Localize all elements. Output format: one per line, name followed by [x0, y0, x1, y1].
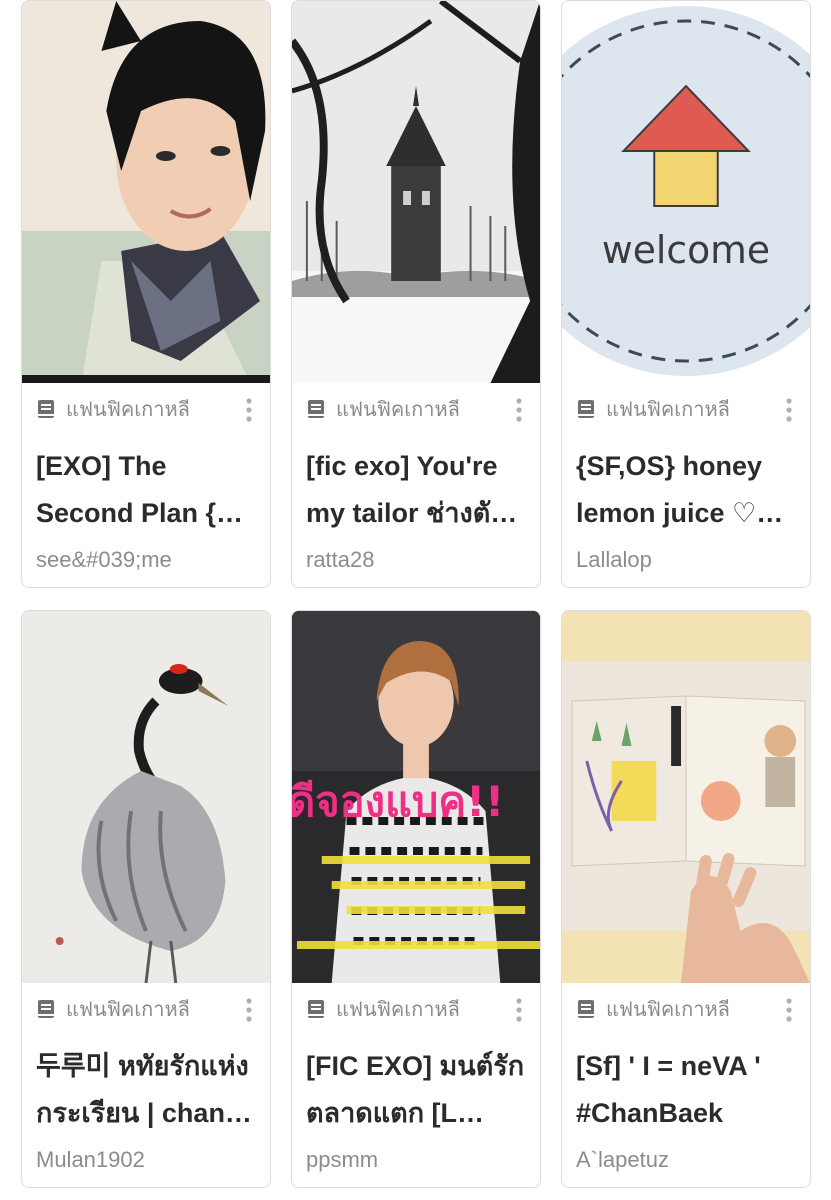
- story-category: แฟนฟิคเกาหลี: [66, 399, 190, 421]
- story-info: แฟนฟิคเกาหลี 두루미 หทัยรักแห่งกระเรียน | c…: [22, 983, 270, 1187]
- story-title[interactable]: {SF,OS} honey lemon juice ♡…: [576, 443, 796, 537]
- story-title[interactable]: [EXO] The Second Plan {…: [36, 443, 256, 537]
- more-vertical-icon[interactable]: [246, 398, 252, 422]
- book-icon: [38, 400, 54, 418]
- category-row: แฟนฟิคเกาหลี: [36, 397, 256, 421]
- more-vertical-icon[interactable]: [246, 998, 252, 1022]
- story-category: แฟนฟิคเกาหลี: [606, 999, 730, 1021]
- story-card[interactable]: แฟนฟิคเกาหลี [fic exo] You're my tailor …: [291, 0, 541, 588]
- more-vertical-icon[interactable]: [516, 398, 522, 422]
- more-vertical-icon[interactable]: [516, 998, 522, 1022]
- cover-welcome-text: welcome: [602, 228, 770, 272]
- story-author[interactable]: see&#039;me: [36, 547, 256, 573]
- book-icon: [578, 1000, 594, 1018]
- story-title[interactable]: [Sf] ' I = neVA ' #ChanBaek: [576, 1043, 796, 1137]
- story-cover-image[interactable]: welcome: [562, 1, 810, 383]
- story-info: แฟนฟิคเกาหลี [FIC EXO] มนต์รักตลาดแตก [L…: [292, 983, 540, 1187]
- story-grid: แฟนฟิคเกาหลี [EXO] The Second Plan {… se…: [21, 0, 811, 1188]
- category-row: แฟนฟิคเกาหลี: [306, 397, 526, 421]
- book-icon: [308, 1000, 324, 1018]
- story-cover-image[interactable]: [292, 1, 540, 383]
- book-icon: [308, 400, 324, 418]
- story-cover-image[interactable]: ดีจองแบค!!: [292, 611, 540, 983]
- story-info: แฟนฟิคเกาหลี {SF,OS} honey lemon juice ♡…: [562, 383, 810, 587]
- story-author[interactable]: A`lapetuz: [576, 1147, 796, 1173]
- story-info: แฟนฟิคเกาหลี [fic exo] You're my tailor …: [292, 383, 540, 587]
- story-cover-image[interactable]: [562, 611, 810, 983]
- story-info: แฟนฟิคเกาหลี [EXO] The Second Plan {… se…: [22, 383, 270, 587]
- story-title[interactable]: [fic exo] You're my tailor ช่างตั…: [306, 443, 526, 537]
- book-icon: [578, 400, 594, 418]
- story-cover-image[interactable]: [22, 611, 270, 983]
- story-card[interactable]: แฟนฟิคเกาหลี [Sf] ' I = neVA ' #ChanBaek…: [561, 610, 811, 1188]
- story-author[interactable]: Lallalop: [576, 547, 796, 573]
- story-author[interactable]: ppsmm: [306, 1147, 526, 1173]
- story-category: แฟนฟิคเกาหลี: [606, 399, 730, 421]
- story-category: แฟนฟิคเกาหลี: [336, 999, 460, 1021]
- story-cover-image[interactable]: [22, 1, 270, 383]
- category-row: แฟนฟิคเกาหลี: [576, 397, 796, 421]
- category-row: แฟนฟิคเกาหลี: [306, 997, 526, 1021]
- story-info: แฟนฟิคเกาหลี [Sf] ' I = neVA ' #ChanBaek…: [562, 983, 810, 1187]
- cover-overlay-text: ดีจองแบค!!: [292, 777, 504, 826]
- category-row: แฟนฟิคเกาหลี: [576, 997, 796, 1021]
- story-card[interactable]: welcome แฟนฟิคเกาหลี {SF,OS} honey lemon…: [561, 0, 811, 588]
- story-title[interactable]: 두루미 หทัยรักแห่งกระเรียน | chan…: [36, 1043, 256, 1137]
- more-vertical-icon[interactable]: [786, 998, 792, 1022]
- category-row: แฟนฟิคเกาหลี: [36, 997, 256, 1021]
- more-vertical-icon[interactable]: [786, 398, 792, 422]
- story-author[interactable]: Mulan1902: [36, 1147, 256, 1173]
- story-title[interactable]: [FIC EXO] มนต์รักตลาดแตก [L…: [306, 1043, 526, 1137]
- story-card[interactable]: ดีจองแบค!! แฟนฟิคเกาหลี [FIC EXO] มนต์รั…: [291, 610, 541, 1188]
- book-icon: [38, 1000, 54, 1018]
- story-category: แฟนฟิคเกาหลี: [336, 399, 460, 421]
- story-category: แฟนฟิคเกาหลี: [66, 999, 190, 1021]
- story-author[interactable]: ratta28: [306, 547, 526, 573]
- story-card[interactable]: แฟนฟิคเกาหลี [EXO] The Second Plan {… se…: [21, 0, 271, 588]
- story-card[interactable]: แฟนฟิคเกาหลี 두루미 หทัยรักแห่งกระเรียน | c…: [21, 610, 271, 1188]
